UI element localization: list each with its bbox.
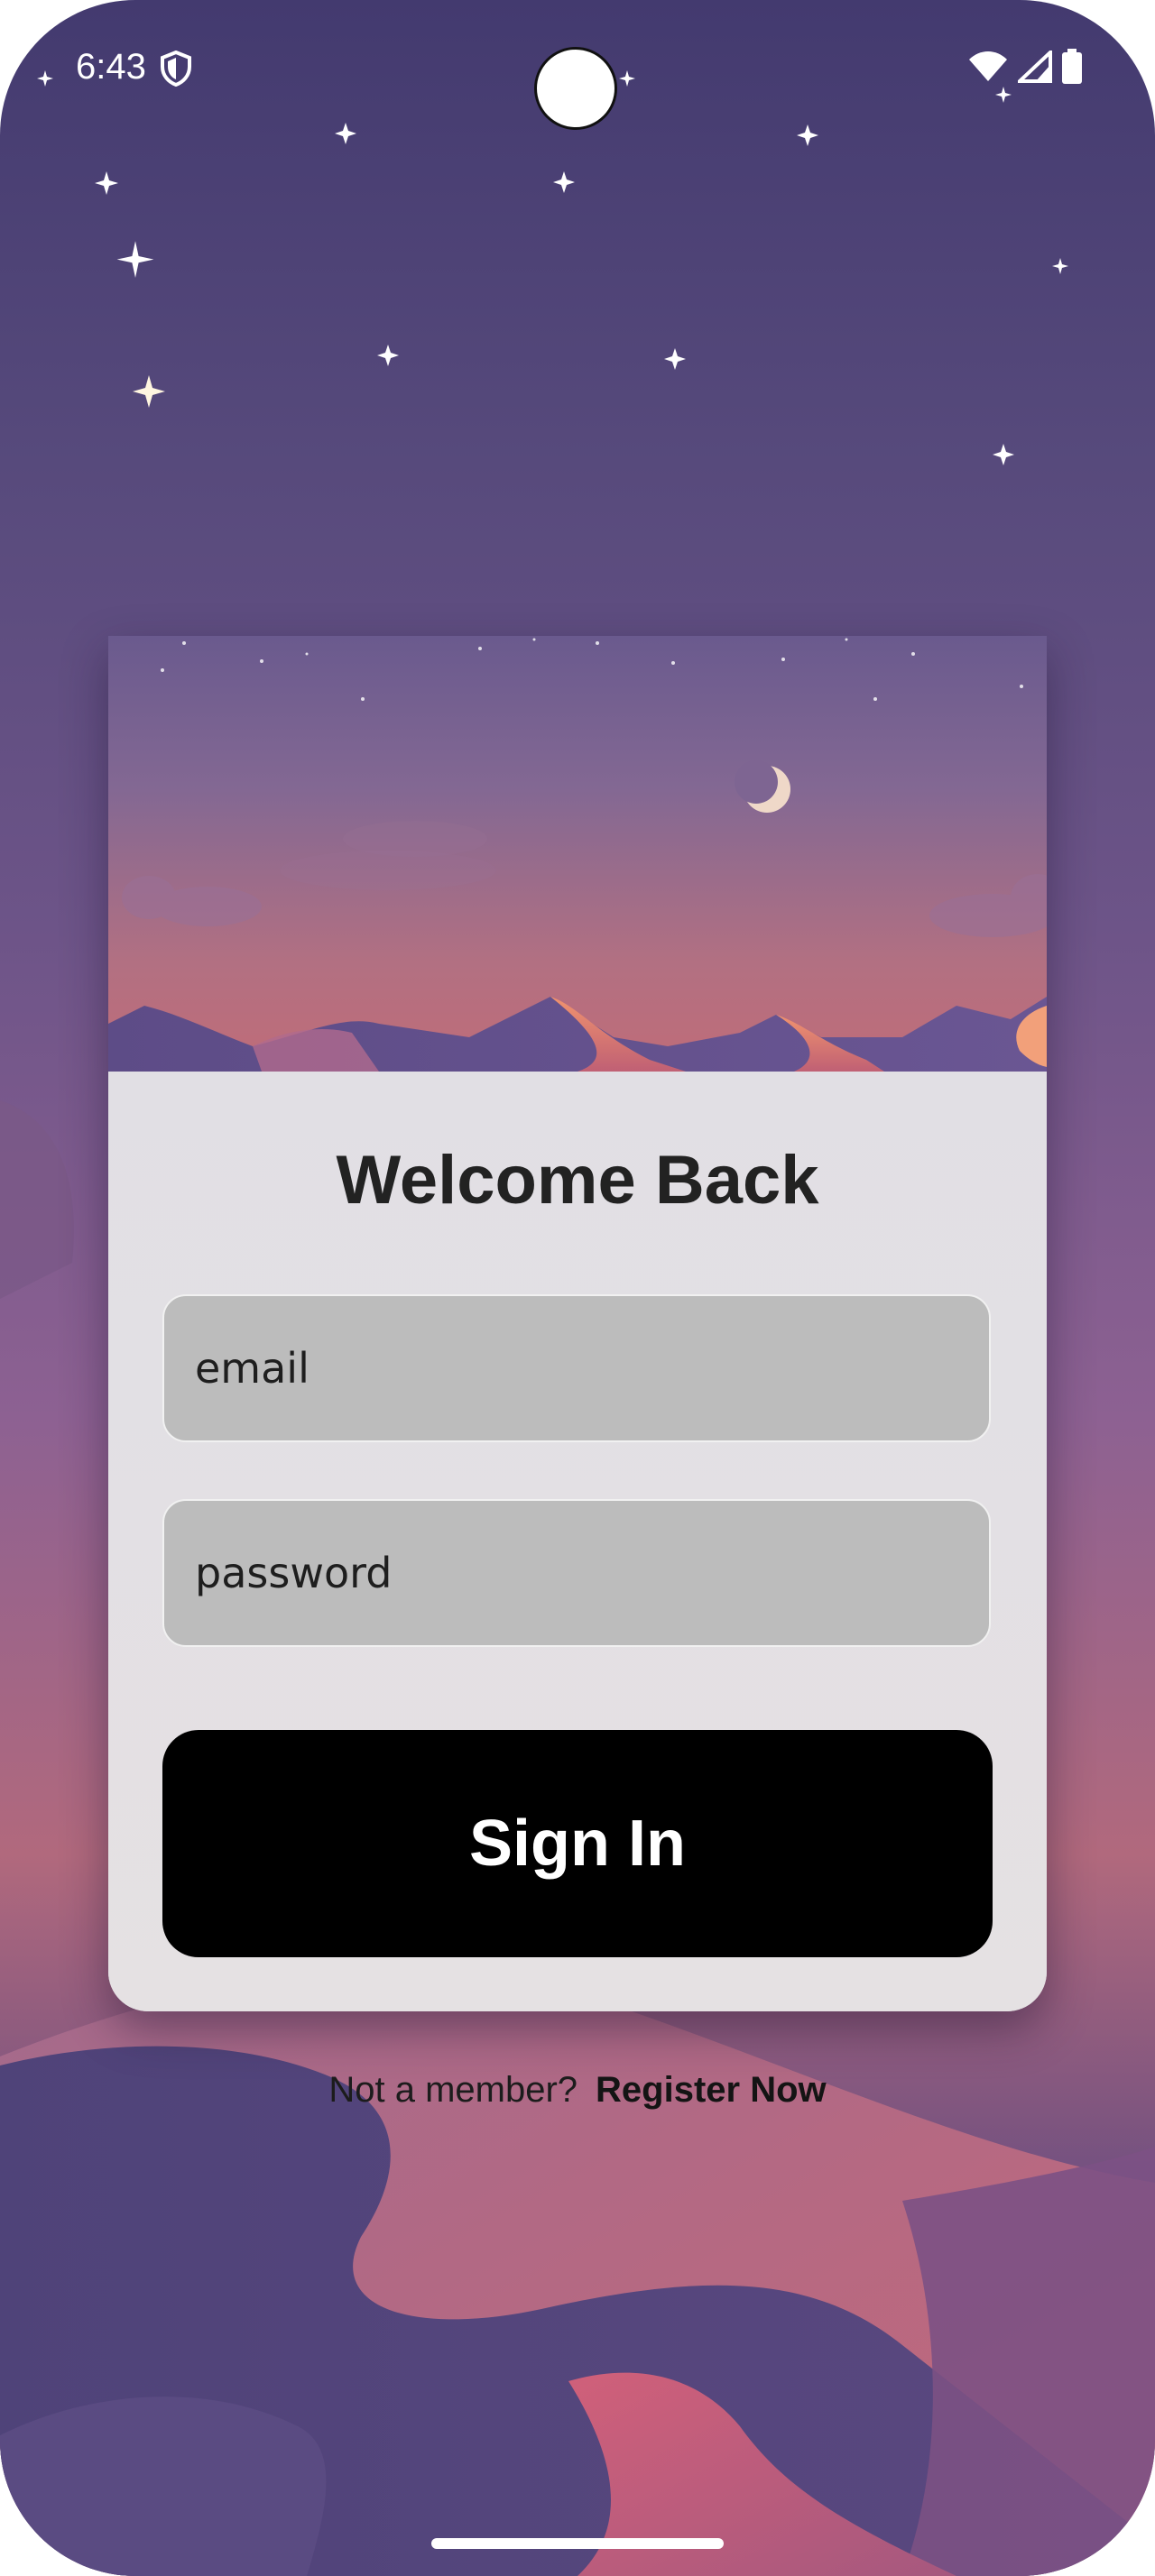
wifi-icon bbox=[967, 51, 1009, 87]
home-indicator[interactable] bbox=[431, 2538, 724, 2549]
page-title: Welcome Back bbox=[336, 1142, 819, 1219]
front-camera bbox=[534, 47, 617, 130]
battery-icon bbox=[1061, 49, 1083, 89]
sign-in-button[interactable]: Sign In bbox=[162, 1730, 993, 1957]
app-screen: 6:43 Welcome Back email Sign In Not a me… bbox=[0, 0, 1155, 2576]
email-field[interactable] bbox=[162, 1294, 991, 1442]
register-prompt-text: Not a member? bbox=[328, 2070, 578, 2110]
register-prompt-row: Not a member? Register Now bbox=[0, 2070, 1155, 2111]
email-input[interactable] bbox=[164, 1296, 989, 1440]
star-icon bbox=[116, 241, 154, 279]
status-time: 6:43 bbox=[76, 47, 146, 87]
shield-icon bbox=[161, 50, 191, 91]
login-card: Welcome Back Sign In bbox=[108, 636, 1047, 2011]
register-now-link[interactable]: Register Now bbox=[596, 2070, 827, 2110]
password-field[interactable] bbox=[162, 1499, 991, 1647]
password-input[interactable] bbox=[164, 1501, 989, 1645]
signal-icon bbox=[1014, 48, 1052, 87]
card-header-illustration bbox=[108, 636, 1047, 1072]
status-icons bbox=[967, 48, 1083, 89]
